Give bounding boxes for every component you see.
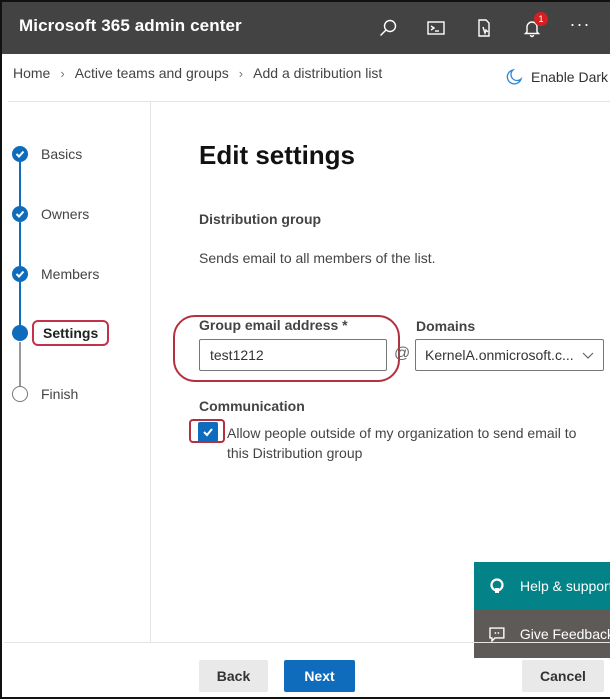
step-label: Basics	[41, 146, 83, 162]
step-connector	[19, 162, 21, 206]
header-divider	[8, 101, 610, 102]
step-label: Members	[41, 266, 100, 282]
step-basics[interactable]: Basics	[12, 146, 82, 162]
bell-icon[interactable]: 1	[520, 12, 548, 40]
checkmark-icon	[203, 428, 213, 437]
breadcrumb-active-teams[interactable]: Active teams and groups	[75, 65, 229, 81]
step-settings[interactable]: Settings	[12, 320, 110, 346]
domains-dropdown[interactable]: KernelA.onmicrosoft.c...	[415, 339, 604, 371]
allow-external-checkbox[interactable]	[198, 422, 218, 442]
notification-badge: 1	[534, 12, 548, 26]
footer-divider	[4, 642, 610, 643]
page-title: Edit settings	[199, 140, 356, 170]
step-connector	[19, 222, 21, 266]
chevron-right-icon: ›	[238, 65, 244, 81]
current-step-dot-icon	[12, 325, 28, 341]
domains-label: Domains	[416, 318, 476, 334]
group-email-input[interactable]	[199, 339, 387, 371]
more-icon[interactable]: ···	[568, 12, 592, 36]
mobile-app-icon[interactable]	[472, 16, 496, 40]
back-button[interactable]: Back	[199, 660, 268, 692]
dark-mode-label: Enable Dark mode	[531, 69, 610, 85]
breadcrumb-home[interactable]: Home	[13, 65, 50, 81]
step-owners[interactable]: Owners	[12, 206, 89, 222]
step-label: Finish	[41, 386, 79, 402]
allow-external-label[interactable]: Allow people outside of my organization …	[227, 423, 597, 463]
next-button[interactable]: Next	[284, 660, 355, 692]
step-connector	[19, 342, 21, 386]
headset-icon	[490, 578, 504, 593]
checkmark-icon	[12, 266, 28, 282]
give-feedback-button[interactable]: Give Feedback	[474, 610, 610, 658]
at-symbol: @	[394, 345, 411, 362]
communication-label: Communication	[199, 398, 305, 414]
step-finish[interactable]: Finish	[12, 386, 78, 402]
terminal-icon[interactable]	[424, 16, 448, 40]
group-type-description: Sends email to all members of the list.	[199, 250, 436, 266]
feedback-label: Give Feedback	[519, 626, 610, 642]
checkmark-icon	[12, 206, 28, 222]
feedback-icon	[489, 627, 505, 643]
step-label: Owners	[41, 206, 90, 222]
admin-center-window: Microsoft 365 admin center 1 ··· Home › …	[0, 0, 610, 699]
moon-icon	[506, 68, 523, 85]
sidebar-divider	[150, 101, 151, 642]
checkmark-icon	[12, 146, 28, 162]
step-label: Settings	[32, 320, 110, 346]
enable-dark-mode-toggle[interactable]: Enable Dark mode	[505, 68, 610, 86]
search-icon[interactable]	[376, 16, 400, 40]
top-bar: Microsoft 365 admin center 1 ···	[2, 2, 610, 54]
empty-circle-icon	[12, 386, 28, 402]
breadcrumb-current: Add a distribution list	[253, 65, 383, 81]
email-field-label: Group email address *	[199, 317, 348, 333]
chevron-right-icon: ›	[60, 65, 65, 81]
domain-selected-value: KernelA.onmicrosoft.c...	[425, 347, 574, 363]
chevron-down-icon	[582, 352, 594, 359]
help-support-button[interactable]: Help & support	[474, 562, 610, 610]
step-members[interactable]: Members	[12, 266, 99, 282]
group-type-heading: Distribution group	[199, 211, 322, 227]
app-title[interactable]: Microsoft 365 admin center	[19, 16, 242, 36]
breadcrumb: Home › Active teams and groups › Add a d…	[13, 65, 382, 81]
help-label: Help & support	[520, 578, 610, 594]
cancel-button[interactable]: Cancel	[522, 660, 604, 692]
